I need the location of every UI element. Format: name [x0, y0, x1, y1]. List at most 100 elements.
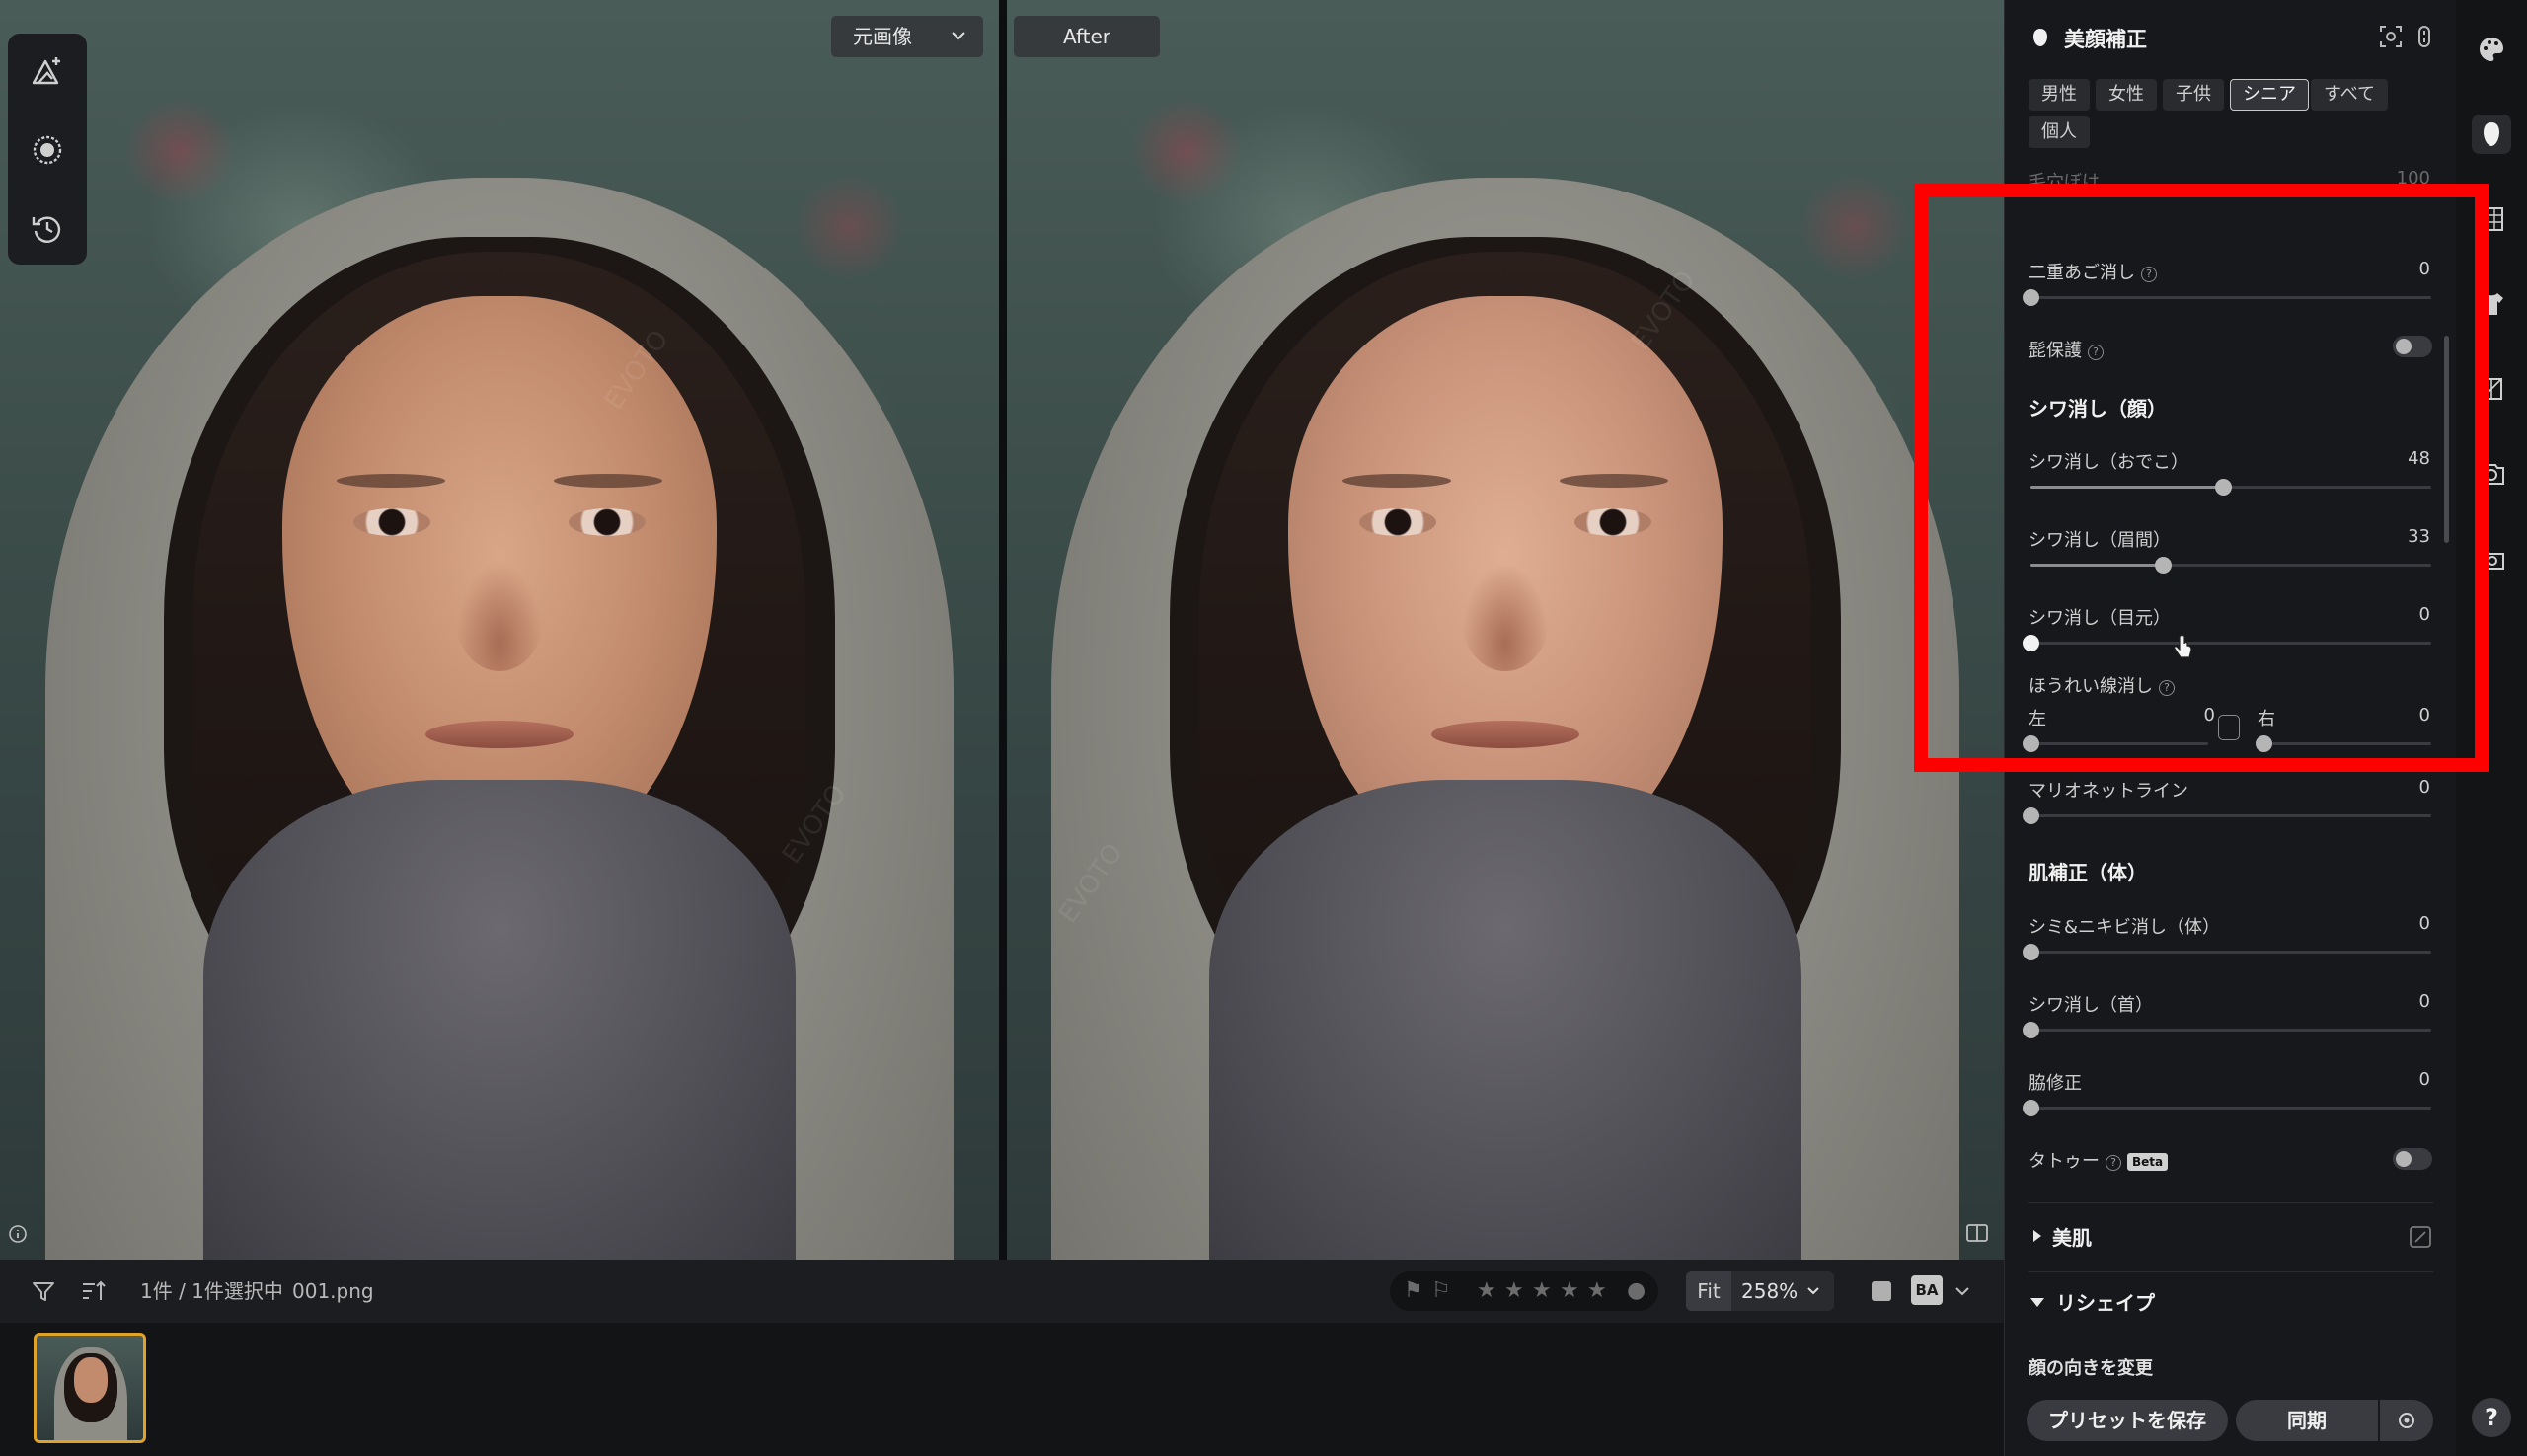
- adjust-tool-button[interactable]: [24, 47, 71, 95]
- slider-knob[interactable]: [2023, 635, 2039, 651]
- split-view-icon[interactable]: [1964, 1220, 1990, 1246]
- marionette-value: 0: [2418, 777, 2430, 798]
- mountain-plus-icon: [32, 57, 60, 85]
- zoom-level-value: 258%: [1741, 1279, 1799, 1303]
- info-icon[interactable]: [8, 1224, 28, 1244]
- help-button[interactable]: ?: [2472, 1398, 2511, 1437]
- glabella-wrinkle-value: 33: [2408, 526, 2430, 547]
- panel-header: 美顔補正: [2005, 0, 2457, 79]
- eye-wrinkle-slider[interactable]: [2023, 635, 2431, 651]
- remove-object-button[interactable]: [2472, 539, 2511, 578]
- blemish-body-value: 0: [2418, 913, 2430, 934]
- chip-all[interactable]: すべて: [2311, 79, 2389, 111]
- expand-collapse-icon[interactable]: [2412, 24, 2437, 49]
- brush-area-icon: [33, 135, 62, 165]
- star-icon[interactable]: ★: [1504, 1271, 1524, 1311]
- retouch-tool-button[interactable]: [24, 126, 71, 174]
- marionette-slider[interactable]: [2023, 807, 2431, 824]
- wrinkle-face-section-title: シワ消し（顔）: [2029, 397, 2167, 421]
- chevron-down-icon[interactable]: [1953, 1281, 1972, 1301]
- beard-protect-toggle[interactable]: [2393, 336, 2432, 357]
- photo-after[interactable]: EVOTO EVOTO: [1007, 0, 2004, 1260]
- before-after-view-button[interactable]: BA: [1911, 1275, 1943, 1305]
- filter-icon[interactable]: [28, 1275, 59, 1307]
- glabella-wrinkle-slider[interactable]: [2030, 557, 2431, 574]
- face-icon: [2033, 29, 2047, 46]
- checker-icon: [2480, 207, 2503, 231]
- filmstrip: [0, 1323, 2004, 1456]
- star-icon[interactable]: ★: [1560, 1271, 1579, 1311]
- face-detect-icon[interactable]: [2378, 24, 2404, 49]
- chip-personal[interactable]: 個人: [2029, 116, 2090, 148]
- single-view-icon[interactable]: [1872, 1281, 1891, 1301]
- link-sliders-icon[interactable]: [2218, 715, 2240, 740]
- compare-source-dropdown[interactable]: 元画像: [831, 16, 983, 57]
- compare-divider[interactable]: [999, 0, 1007, 1260]
- pore-blur-value: 100: [2396, 168, 2430, 189]
- double-chin-slider[interactable]: [2023, 289, 2431, 306]
- color-palette-button[interactable]: [2472, 30, 2511, 69]
- camera-button[interactable]: [2472, 454, 2511, 494]
- skin-body-section-title: 肌補正（体）: [2029, 861, 2147, 884]
- panel-scrollbar[interactable]: [2444, 336, 2449, 543]
- nasolabial-right-label: 右: [2258, 709, 2275, 729]
- slider-knob[interactable]: [2214, 479, 2232, 496]
- forehead-wrinkle-slider[interactable]: [2030, 479, 2431, 496]
- save-preset-button[interactable]: プリセットを保存: [2027, 1400, 2228, 1441]
- blemish-body-slider[interactable]: [2023, 944, 2431, 960]
- caret-down-icon: [2030, 1298, 2044, 1307]
- background-button[interactable]: [2472, 199, 2511, 239]
- armpit-value: 0: [2418, 1069, 2430, 1090]
- thumbnail-001[interactable]: [34, 1333, 146, 1443]
- sort-icon[interactable]: [77, 1275, 109, 1307]
- shirt-icon: [2480, 293, 2503, 315]
- star-icon[interactable]: ★: [1587, 1271, 1607, 1311]
- help-icon[interactable]: ?: [2088, 345, 2104, 360]
- chip-child[interactable]: 子供: [2163, 79, 2224, 111]
- edit-off-icon[interactable]: [2408, 1224, 2433, 1250]
- armpit-slider[interactable]: [2023, 1100, 2431, 1116]
- slider-knob[interactable]: [2023, 807, 2039, 824]
- photo-before[interactable]: EVOTO EVOTO: [0, 0, 999, 1260]
- panel-footer: プリセットを保存 同期: [2005, 1386, 2457, 1456]
- history-button[interactable]: [24, 205, 71, 253]
- face-retouch-button[interactable]: [2472, 115, 2511, 154]
- star-icon[interactable]: ★: [1532, 1271, 1552, 1311]
- slider-knob[interactable]: [2023, 289, 2039, 306]
- left-tool-strip: [8, 34, 87, 265]
- crop-icon: [2481, 378, 2502, 400]
- help-icon[interactable]: ?: [2159, 680, 2175, 696]
- sync-settings-button[interactable]: [2380, 1400, 2433, 1441]
- slider-knob[interactable]: [2023, 735, 2039, 752]
- slider-knob[interactable]: [2256, 735, 2272, 752]
- color-label-icon[interactable]: ●: [1627, 1271, 1646, 1311]
- neck-wrinkle-value: 0: [2418, 991, 2430, 1012]
- clothing-button[interactable]: [2472, 284, 2511, 324]
- tattoo-label: タトゥー? Beta: [2029, 1147, 2169, 1173]
- slider-knob[interactable]: [2023, 1022, 2039, 1038]
- help-icon[interactable]: ?: [2106, 1155, 2121, 1171]
- sync-button[interactable]: 同期: [2236, 1400, 2378, 1441]
- nasolabial-right-slider[interactable]: [2256, 735, 2431, 752]
- star-icon[interactable]: ★: [1477, 1271, 1496, 1311]
- slider-knob[interactable]: [2023, 944, 2039, 960]
- zoom-fit-button[interactable]: Fit: [1686, 1271, 1731, 1311]
- help-icon[interactable]: ?: [2141, 267, 2157, 282]
- slider-knob[interactable]: [2023, 1100, 2039, 1116]
- beauty-skin-section-header[interactable]: 美肌: [2029, 1222, 2433, 1252]
- flag-icon[interactable]: ⚑: [1404, 1271, 1423, 1311]
- zoom-level-dropdown[interactable]: 258%: [1741, 1271, 1822, 1311]
- reject-flag-icon[interactable]: ⚐: [1431, 1271, 1451, 1311]
- chip-senior[interactable]: シニア: [2230, 79, 2309, 111]
- crop-button[interactable]: [2472, 369, 2511, 409]
- reshape-section-header[interactable]: リシェイプ: [2029, 1287, 2433, 1317]
- blemish-body-label: シミ&ニキビ消し（体）: [2029, 917, 2221, 938]
- slider-knob[interactable]: [2154, 557, 2172, 574]
- chip-male[interactable]: 男性: [2029, 79, 2090, 111]
- selection-count: 1件 / 1件選択中: [140, 1279, 283, 1303]
- neck-wrinkle-slider[interactable]: [2023, 1022, 2431, 1038]
- tattoo-toggle[interactable]: [2393, 1148, 2432, 1170]
- armpit-label: 脇修正: [2029, 1073, 2082, 1094]
- chip-female[interactable]: 女性: [2096, 79, 2157, 111]
- nasolabial-left-slider[interactable]: [2023, 735, 2208, 752]
